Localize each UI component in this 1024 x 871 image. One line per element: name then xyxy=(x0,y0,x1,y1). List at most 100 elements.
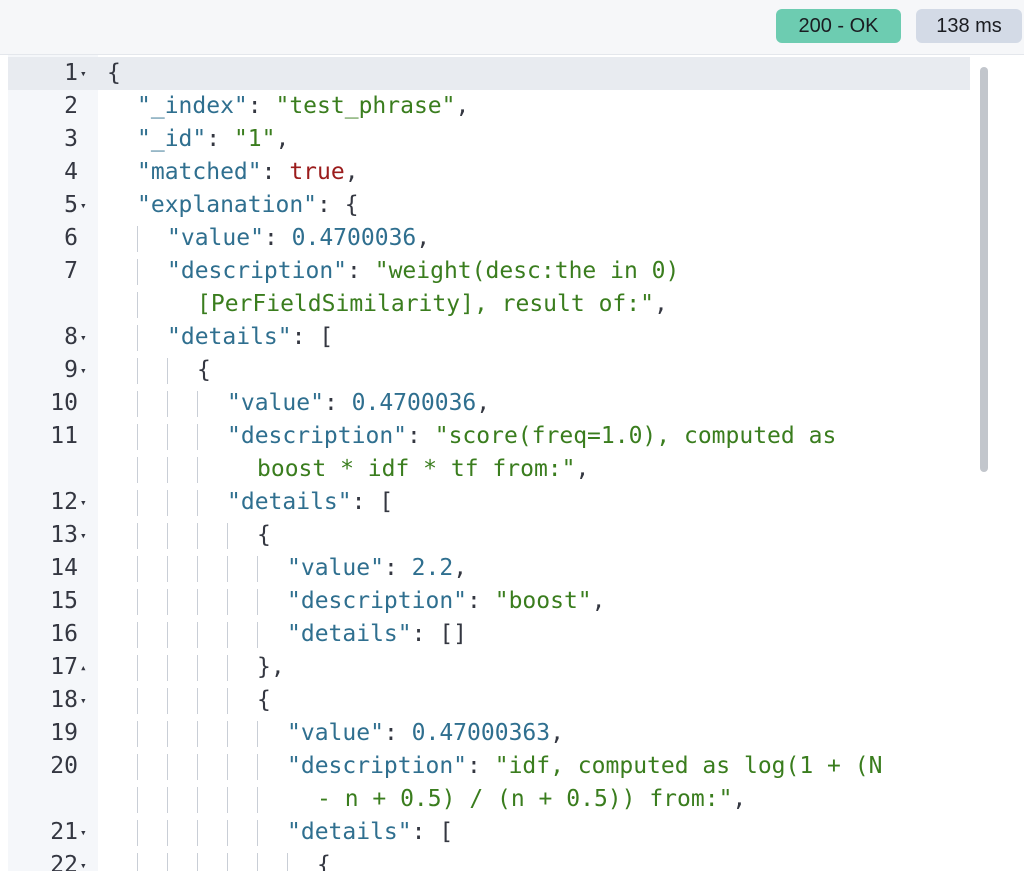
indent-guide xyxy=(167,754,168,780)
code-token: "_id" xyxy=(137,126,207,152)
fold-down-icon[interactable]: ▾ xyxy=(80,684,94,717)
fold-down-icon[interactable]: ▾ xyxy=(80,354,94,387)
line-number: 3 xyxy=(64,126,78,152)
indent-guide xyxy=(227,754,228,780)
code-token: "value" xyxy=(287,555,384,581)
code-line: { xyxy=(107,57,121,90)
code-line: { xyxy=(257,519,271,552)
code-token: , xyxy=(275,126,290,152)
indent-guide xyxy=(137,688,138,714)
indent-guide xyxy=(137,754,138,780)
fold-down-icon[interactable]: ▾ xyxy=(80,849,94,871)
code-token: : [] xyxy=(411,621,468,647)
code-token: { xyxy=(107,60,121,86)
vertical-scrollbar[interactable] xyxy=(980,67,988,472)
code-line: "value": 0.4700036, xyxy=(227,387,490,420)
code-token: : xyxy=(263,225,292,251)
code-token: "test_phrase" xyxy=(275,93,456,119)
status-badge: 200 - OK xyxy=(776,9,901,43)
code-token: : [ xyxy=(351,489,394,515)
fold-down-icon[interactable]: ▾ xyxy=(80,57,94,90)
code-token: "value" xyxy=(287,720,384,746)
code-token: boost * idf * tf from:" xyxy=(257,456,576,482)
indent-guide xyxy=(167,556,168,582)
code-token: }, xyxy=(257,654,285,680)
indent-guide xyxy=(257,721,258,747)
fold-down-icon[interactable]: ▾ xyxy=(80,189,94,222)
code-token: "value" xyxy=(167,225,264,251)
code-line: { xyxy=(257,684,271,717)
code-token: : [ xyxy=(291,324,334,350)
fold-down-icon[interactable]: ▾ xyxy=(80,486,94,519)
indent-guide xyxy=(227,787,228,813)
line-number: 4 xyxy=(64,159,78,185)
indent-guide xyxy=(137,424,138,450)
code-line: "details": [ xyxy=(287,816,453,849)
indent-guide xyxy=(197,589,198,615)
code-token: "details" xyxy=(287,819,412,845)
indent-guide xyxy=(287,853,288,871)
code-token: : { xyxy=(317,192,359,218)
code-token: : [ xyxy=(411,819,454,845)
fold-down-icon[interactable]: ▾ xyxy=(80,519,94,552)
line-number: 18 xyxy=(50,687,78,713)
code-line: }, xyxy=(257,651,285,684)
line-number: 16 xyxy=(50,621,78,647)
code-token: , xyxy=(455,93,470,119)
indent-guide xyxy=(167,655,168,681)
indent-guide xyxy=(167,853,168,871)
code-line: boost * idf * tf from:", xyxy=(257,453,589,486)
line-number: 5 xyxy=(64,192,78,218)
response-code-editor[interactable]: 1 ▾{2 "_index": "test_phrase", 3 "_id": "1",… xyxy=(0,55,1024,871)
indent-guide xyxy=(227,523,228,549)
indent-guide xyxy=(197,523,198,549)
indent-guide xyxy=(227,853,228,871)
fold-down-icon[interactable]: ▾ xyxy=(80,321,94,354)
indent-guide xyxy=(167,820,168,846)
indent-guide xyxy=(227,622,228,648)
indent-guide xyxy=(257,622,258,648)
line-number: 11 xyxy=(50,423,78,449)
code-token: , xyxy=(416,225,431,251)
line-number: 13 xyxy=(50,522,78,548)
indent-guide xyxy=(137,556,138,582)
code-token: : xyxy=(323,390,352,416)
indent-guide xyxy=(137,820,138,846)
code-token: { xyxy=(197,357,211,383)
indent-guide xyxy=(137,787,138,813)
code-token: "details" xyxy=(167,324,292,350)
code-token: 0.4700036 xyxy=(351,390,477,416)
indent-guide xyxy=(137,523,138,549)
code-line: - n + 0.5) / (n + 0.5)) from:", xyxy=(317,783,746,816)
indent-guide xyxy=(197,391,198,417)
indent-guide xyxy=(197,721,198,747)
indent-guide xyxy=(137,325,138,351)
code-token: : xyxy=(467,588,495,614)
indent-guide xyxy=(197,787,198,813)
indent-guide xyxy=(227,556,228,582)
indent-guide xyxy=(167,523,168,549)
indent-guide xyxy=(197,490,198,516)
code-token: "description" xyxy=(167,258,348,284)
code-token: "details" xyxy=(287,621,412,647)
code-token: "explanation" xyxy=(137,192,318,218)
indent-guide xyxy=(167,589,168,615)
code-token: "score(freq=1.0), computed as xyxy=(434,423,837,449)
code-token: : xyxy=(407,423,435,449)
indent-guide xyxy=(227,688,228,714)
code-line: "description": "weight(desc:the in 0) xyxy=(167,255,679,288)
indent-guide xyxy=(167,490,168,516)
code-line: "details": [ xyxy=(227,486,393,519)
code-line: "matched": true, xyxy=(137,156,359,189)
code-token: "description" xyxy=(227,423,408,449)
code-token: 0.47000363 xyxy=(411,720,551,746)
fold-down-icon[interactable]: ▾ xyxy=(80,816,94,849)
code-line: "value": 2.2, xyxy=(287,552,467,585)
code-token: true xyxy=(289,159,345,185)
indent-guide xyxy=(257,556,258,582)
code-token: { xyxy=(257,522,271,548)
line-number: 12 xyxy=(50,489,78,515)
fold-up-icon[interactable]: ▴ xyxy=(80,651,94,684)
code-token: : xyxy=(261,159,290,185)
code-token: 0.4700036 xyxy=(291,225,417,251)
